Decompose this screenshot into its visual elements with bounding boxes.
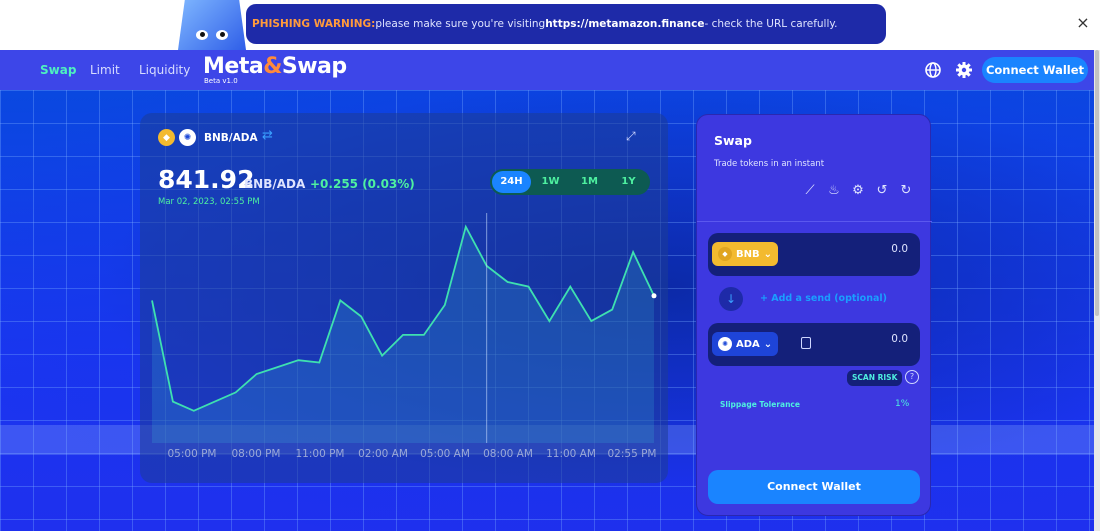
help-icon[interactable]: ? [905,370,919,384]
history-icon[interactable]: ↺ [875,183,889,198]
scrollbar-thumb[interactable] [1095,50,1099,316]
x-tick-label: 11:00 AM [546,448,596,460]
globe-icon[interactable] [923,60,943,80]
x-tick-label: 08:00 PM [232,448,281,460]
swap-divider [697,221,932,222]
settings-icon[interactable]: ⚙ [851,183,865,198]
to-token-row: ✺ ADA ⌄ 0.0 [708,323,920,366]
chevron-down-icon: ⌄ [763,338,773,350]
swap-tools: ⟋ ♨ ⚙ ↺ ↻ [803,183,913,198]
warning-label: PHISHING WARNING: [252,18,376,30]
from-token-row: ◆ BNB ⌄ 0.0 [708,233,920,276]
connect-wallet-button-top[interactable]: Connect Wallet [982,57,1088,83]
price-chart-card: ◆ ✺ BNB/ADA ⇄ ⤢ 841.92 BNB/ADA +0.255 (0… [140,113,668,483]
ada-coin-icon: ✺ [718,337,732,351]
fire-icon[interactable]: ♨ [827,183,841,198]
bnb-coin-icon: ◆ [718,247,732,261]
warning-text: please make sure you're visiting [375,18,546,30]
x-tick-label: 02:55 PM [608,448,657,460]
chevron-down-icon: ⌄ [763,248,773,260]
from-token-label: BNB [736,248,760,260]
x-tick-label: 05:00 PM [168,448,217,460]
copy-icon[interactable] [801,337,811,349]
warning-url: https://metamazon.finance [545,18,705,30]
swap-subtitle: Trade tokens in an instant [714,159,825,169]
from-amount[interactable]: 0.0 [891,243,908,255]
price-chart[interactable]: 05:00 PM 08:00 PM 11:00 PM 02:00 AM 05:00 AM… [140,113,668,483]
logo-version: Beta v1.0 [204,77,238,85]
mascot-eye-left [196,30,208,40]
scan-risk-button[interactable]: SCAN RISK [847,370,903,386]
mascot-eye-right [216,30,228,40]
top-nav: Swap Limit Liquidity Meta&Swap Beta v1.0… [0,50,1100,90]
slippage-label: Slippage Tolerance [720,400,800,409]
x-tick-label: 08:00 AM [483,448,533,460]
x-tick-label: 02:00 AM [358,448,408,460]
connect-wallet-button[interactable]: Connect Wallet [708,470,920,504]
swap-title: Swap [714,133,752,148]
x-tick-label: 05:00 AM [420,448,470,460]
phishing-warning: PHISHING WARNING: please make sure you'r… [246,4,886,44]
mascot-image [178,0,246,50]
to-token-label: ADA [736,338,760,350]
chart-off-icon[interactable]: ⟋ [803,183,817,198]
warning-tail: - check the URL carefully. [704,18,838,30]
to-token-select[interactable]: ✺ ADA ⌄ [712,332,779,356]
nav-limit[interactable]: Limit [90,63,120,77]
logo-main: Meta [203,54,264,79]
close-icon[interactable]: × [1074,14,1092,32]
from-token-select[interactable]: ◆ BNB ⌄ [712,242,779,266]
gear-icon[interactable] [954,60,974,80]
logo[interactable]: Meta&Swap [203,54,347,79]
to-amount[interactable]: 0.0 [891,333,908,345]
slippage-value[interactable]: 1% [895,399,909,409]
logo-amp: & [263,54,282,79]
chart-end-point [651,293,657,299]
add-send-link[interactable]: + Add a send (optional) [760,293,887,304]
nav-swap[interactable]: Swap [40,63,76,77]
scrollbar[interactable] [1094,50,1100,531]
swap-card: Swap Trade tokens in an instant ⟋ ♨ ⚙ ↺ … [696,114,932,516]
arrow-down-icon[interactable]: ↓ [719,287,743,311]
refresh-icon[interactable]: ↻ [899,183,913,198]
nav-liquidity[interactable]: Liquidity [139,63,190,77]
x-tick-label: 11:00 PM [296,448,345,460]
logo-end: Swap [281,54,347,79]
